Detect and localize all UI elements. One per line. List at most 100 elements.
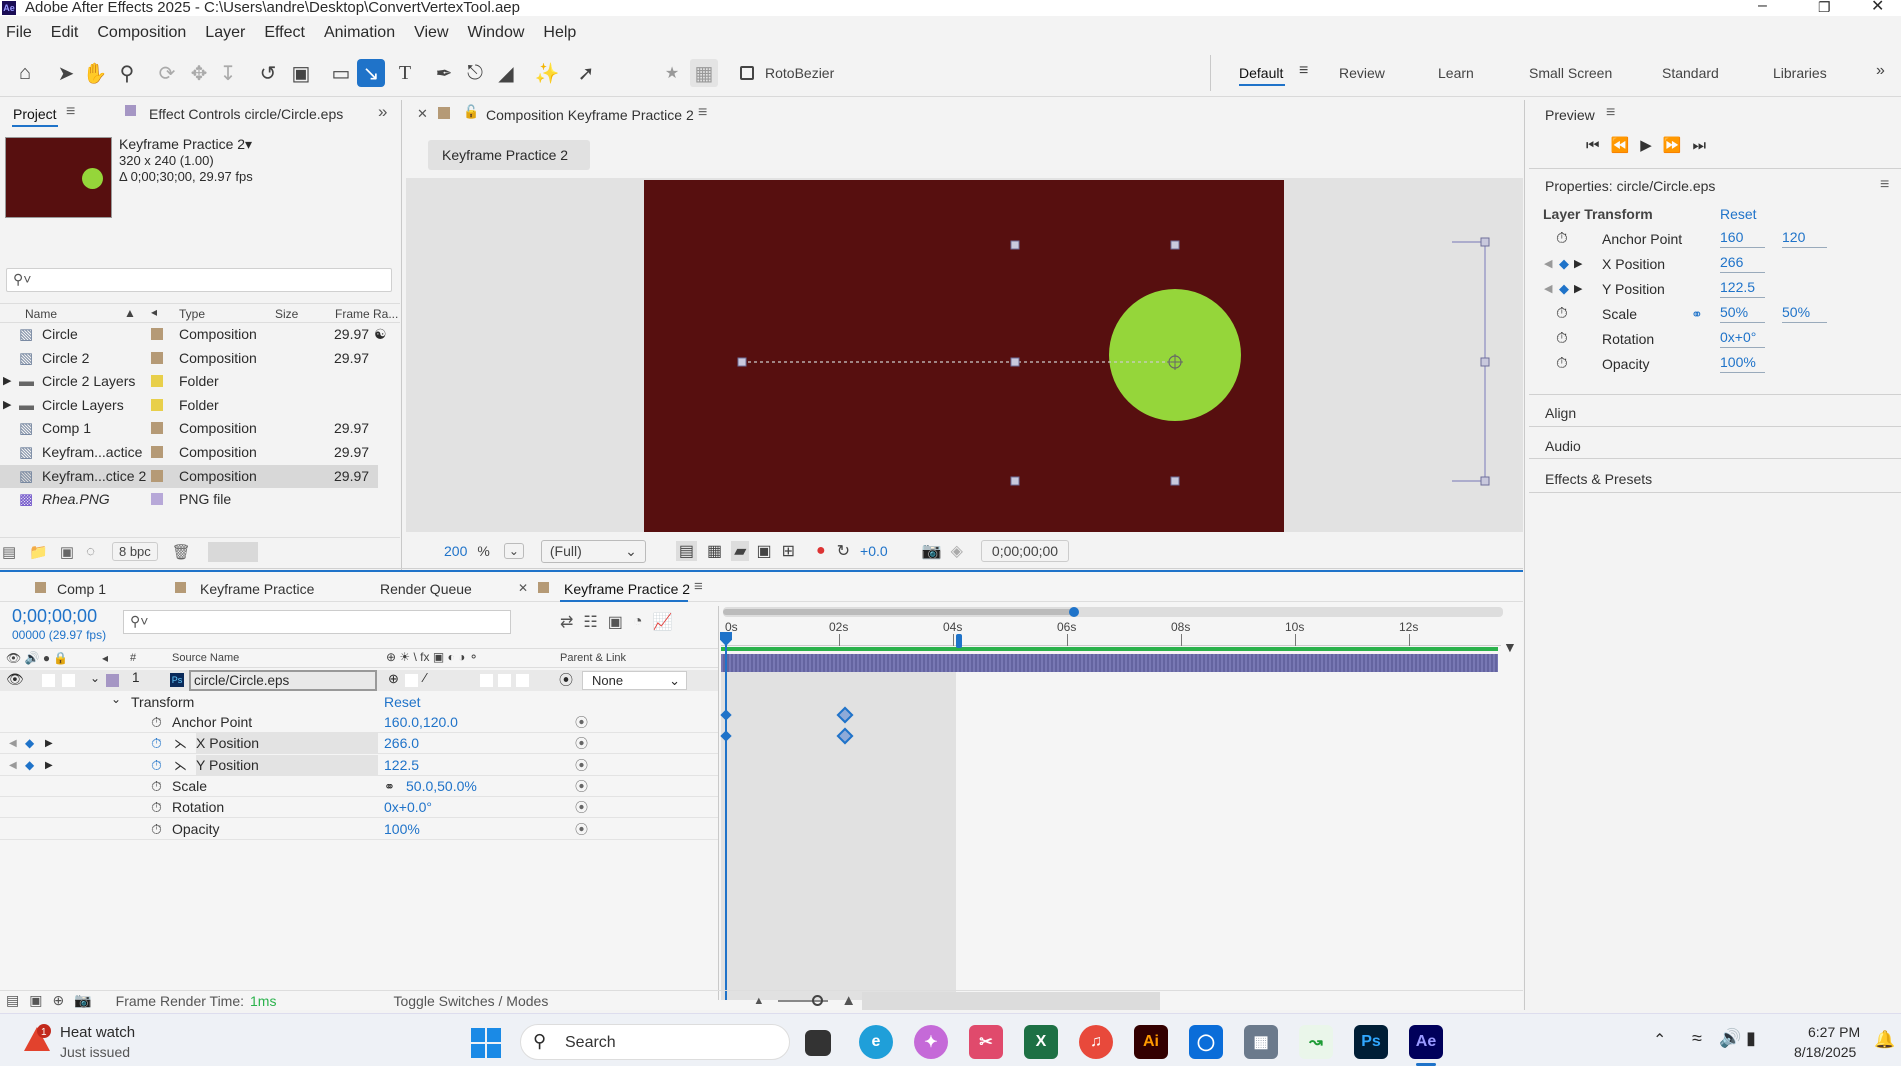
menu-layer[interactable]: Layer <box>205 24 245 42</box>
volume-icon[interactable]: 🔊 <box>1719 1028 1741 1049</box>
edge-icon[interactable]: e <box>859 1025 893 1059</box>
after-effects-icon[interactable]: Ae <box>1409 1025 1443 1059</box>
col-size[interactable]: Size <box>275 307 298 321</box>
lock-icon[interactable]: 🔓 <box>463 104 479 120</box>
pen-tool-icon[interactable]: ↘ <box>357 59 385 87</box>
draft-3d-icon[interactable]: ☷ <box>583 612 597 632</box>
comp-name[interactable]: Keyframe Practice 2▾ <box>119 136 252 153</box>
close-tab-icon[interactable]: ✕ <box>518 581 528 595</box>
next-keyframe-icon[interactable]: ▶ <box>1574 277 1582 301</box>
col-source-name[interactable]: Source Name <box>172 652 239 664</box>
layer-name[interactable]: circle/Circle.eps <box>189 670 377 691</box>
project-item[interactable]: ▶ ▬ Circle Layers Folder <box>0 394 378 417</box>
col-frame-rate[interactable]: Frame Ra... <box>335 307 398 321</box>
project-item[interactable]: ▧ Circle 2 Composition 29.97 <box>0 347 378 370</box>
project-item[interactable]: ▧ Comp 1 Composition 29.97 <box>0 417 378 440</box>
eye-icon[interactable]: 👁 <box>6 671 24 688</box>
link-icon[interactable]: ⚭ <box>384 776 395 797</box>
workspace-default[interactable]: Default <box>1239 65 1283 81</box>
timeline-search-input[interactable]: ⚲˅ <box>123 610 511 634</box>
workspace-learn[interactable]: Learn <box>1438 65 1474 81</box>
stopwatch-icon[interactable]: ⏱ <box>1556 302 1568 326</box>
project-item[interactable]: ▩ Rhea.PNG PNG file <box>0 488 378 511</box>
roto-brush-icon[interactable]: ✨ <box>533 59 561 87</box>
flowchart-icon[interactable]: ☯ <box>374 323 387 346</box>
stopwatch-icon[interactable]: ⏱ <box>1556 327 1568 351</box>
transform-property-row[interactable]: ◀◆▶⏱⋋Y Position122.5⦿I <box>0 754 729 776</box>
snapping-icon[interactable]: ▦ <box>690 59 718 87</box>
menu-window[interactable]: Window <box>468 24 525 42</box>
calculator-icon[interactable]: ▦ <box>1244 1025 1278 1059</box>
menu-view[interactable]: View <box>414 24 448 42</box>
prev-keyframe-icon[interactable]: ◀ <box>1544 252 1552 276</box>
stopwatch-icon[interactable]: ⏱ <box>1556 352 1568 376</box>
keyframe-diamond-icon[interactable]: ◆ <box>25 755 34 776</box>
preview-title[interactable]: Preview <box>1545 107 1595 123</box>
rotate-tool-icon[interactable]: ↺ <box>254 59 282 87</box>
item-label-color[interactable] <box>151 351 163 364</box>
region-of-interest-icon[interactable]: ▣ <box>756 541 771 561</box>
cortana-icon[interactable]: ◯ <box>1189 1025 1223 1059</box>
item-label-color[interactable] <box>151 375 163 388</box>
rotation-value[interactable]: 0x+0° <box>1720 327 1765 348</box>
restore-button[interactable]: ❐ <box>1818 0 1831 15</box>
workspace-libraries[interactable]: Libraries <box>1773 65 1827 81</box>
pick-whip-icon[interactable]: ⦿ <box>575 776 588 797</box>
puppet-pin-icon[interactable]: ➚ <box>572 59 600 87</box>
composition-viewer[interactable] <box>406 178 1523 532</box>
transform-property-row[interactable]: ⏱Opacity100%⦿I <box>0 819 729 840</box>
project-item[interactable]: ▧ Circle Composition 29.97 ☯ <box>0 323 387 346</box>
prev-frame-icon[interactable]: ⏪ <box>1611 136 1630 154</box>
prev-keyframe-icon[interactable]: ◀ <box>9 733 17 754</box>
wifi-icon[interactable]: ≈ <box>1692 1028 1702 1049</box>
illustrator-icon[interactable]: Ai <box>1134 1025 1168 1059</box>
grid-guides-icon[interactable]: ⊞ <box>782 541 795 561</box>
stopwatch-icon[interactable]: ⏱ <box>151 819 162 840</box>
menu-animation[interactable]: Animation <box>324 24 395 42</box>
audio-panel[interactable]: Audio <box>1545 438 1581 454</box>
checkbox-box[interactable] <box>740 66 754 80</box>
project-item[interactable]: ▶ ▬ Circle 2 Layers Folder <box>0 370 378 393</box>
tab-project[interactable]: Project <box>13 106 57 122</box>
footer-scrollbar[interactable] <box>862 991 1161 1010</box>
rotobezier-checkbox[interactable]: RotoBezier <box>740 65 834 81</box>
handle[interactable] <box>1010 476 1020 486</box>
quality-switch-icon[interactable]: ∕ <box>424 670 426 685</box>
align-panel[interactable]: Align <box>1545 405 1576 421</box>
expand-folder-icon[interactable]: ▶ <box>3 394 11 417</box>
opacity-value[interactable]: 100% <box>1720 352 1765 373</box>
next-keyframe-icon[interactable]: ▶ <box>45 755 53 776</box>
sort-asc-icon[interactable]: ▲ <box>124 306 136 320</box>
reset-exposure-icon[interactable]: ↻ <box>837 541 850 561</box>
motion-blur-icon[interactable]: ◔ <box>633 613 643 631</box>
task-view-icon[interactable] <box>805 1030 831 1056</box>
eraser-tool-icon[interactable]: ◢ <box>492 59 520 87</box>
battery-icon[interactable]: ▮ <box>1746 1028 1756 1049</box>
bit-depth-button[interactable]: 8 bpc <box>111 542 158 561</box>
close-tab-icon[interactable]: ✕ <box>417 106 428 122</box>
transform-expand-icon[interactable]: ⌄ <box>111 692 121 706</box>
label-col-icon[interactable]: ◂ <box>151 305 157 319</box>
transform-property-row[interactable]: ⏱Rotation0x+0.0°⦿I <box>0 797 729 819</box>
y-position-value[interactable]: 122.5 <box>1720 277 1765 298</box>
exposure-value[interactable]: +0.0 <box>860 543 888 559</box>
zoom-tool-icon[interactable]: ⚲ <box>113 59 141 87</box>
layer-duration-bar[interactable] <box>721 654 1498 672</box>
tab-render-queue[interactable]: Render Queue <box>380 581 472 597</box>
pick-whip-icon[interactable]: ⦿ <box>575 733 588 754</box>
prev-keyframe-icon[interactable]: ◀ <box>9 755 17 776</box>
handle[interactable] <box>1010 357 1020 367</box>
time-ruler[interactable]: 0s 02s 04s 06s 08s 10s 12s <box>721 620 1501 646</box>
item-label-color[interactable] <box>151 469 163 482</box>
snipping-tool-icon[interactable]: ✂ <box>969 1025 1003 1059</box>
layer-switch-box[interactable] <box>62 674 75 687</box>
composition-tab-title[interactable]: Composition Keyframe Practice 2 <box>486 107 694 123</box>
x-position-value[interactable]: 266 <box>1720 252 1765 273</box>
graph-icon[interactable]: ⋋ <box>174 755 187 776</box>
show-snapshot-icon[interactable]: ◈ <box>951 541 963 561</box>
fast-preview-icon[interactable]: ▤ <box>675 541 697 561</box>
tab-comp-1[interactable]: Comp 1 <box>57 581 106 597</box>
expand-panels-icon[interactable]: » <box>378 102 387 122</box>
timeline-menu-icon[interactable]: ≡ <box>694 578 703 595</box>
layer-switch-box[interactable] <box>42 674 55 687</box>
